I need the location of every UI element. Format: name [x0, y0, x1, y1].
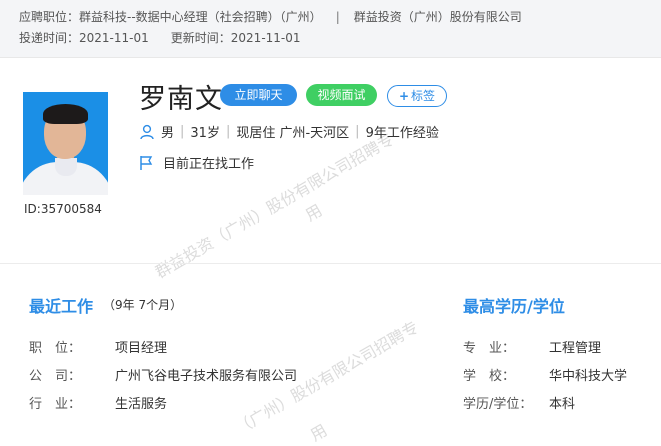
flag-icon — [139, 155, 153, 171]
tag-label: 标签 — [411, 89, 436, 103]
application-dates-line: 投递时间：2021-11-01 更新时间：2021-11-01 — [19, 29, 301, 46]
candidate-basic-info: 男 | 31岁 | 现居住 广州-天河区 | 9年工作经验 — [139, 122, 439, 141]
work-value-position: 项目经理 — [115, 341, 168, 356]
edu-value-school: 华中科技大学 — [549, 369, 628, 384]
age: 31岁 — [190, 126, 220, 141]
recent-work-title: 最近工作 — [29, 297, 94, 316]
watermark-line-1-end: 用 — [302, 200, 326, 225]
edu-value-major: 工程管理 — [549, 341, 602, 356]
application-info-bar: 应聘职位：群益科技--数据中心经理（社会招聘）（广州） | 群益投资（广州）股份有限… — [0, 0, 661, 58]
video-interview-button[interactable]: 视频面试 — [306, 84, 377, 106]
job-status-row: 目前正在找工作 — [139, 153, 254, 172]
company-name: 群益投资（广州）股份有限公司 — [353, 10, 522, 24]
application-position-line: 应聘职位：群益科技--数据中心经理（社会招聘）（广州） | 群益投资（广州）股份有限… — [19, 8, 522, 25]
work-label-position: 职 位： — [29, 341, 82, 356]
edu-label-degree: 学历/学位： — [463, 397, 533, 412]
position-value: 群益科技--数据中心经理（社会招聘）（广州） — [79, 10, 322, 24]
candidate-name: 罗南文 — [139, 84, 223, 115]
add-tag-button[interactable]: + 标签 — [387, 85, 447, 107]
work-experience: 9年工作经验 — [365, 126, 439, 141]
watermark-line-2-end: 用 — [307, 420, 331, 445]
job-status: 目前正在找工作 — [163, 157, 255, 172]
work-label-industry: 行 业： — [29, 397, 82, 412]
candidate-id: ID:35700584 — [24, 202, 102, 216]
edu-value-degree: 本科 — [549, 397, 576, 412]
submit-label: 投递时间： — [19, 31, 80, 45]
work-value-company: 广州飞谷电子技术服务有限公司 — [115, 369, 298, 384]
watermark-line-1: 群益投资（广州）股份有限公司招聘专 — [152, 129, 398, 282]
work-label-company: 公 司： — [29, 369, 82, 384]
update-date: 2021-11-01 — [230, 31, 301, 45]
position-label: 应聘职位： — [19, 10, 80, 24]
section-divider — [0, 263, 661, 264]
candidate-photo — [23, 92, 108, 195]
edu-label-major: 专 业： — [463, 341, 516, 356]
residence: 现居住 广州-天河区 — [236, 126, 350, 141]
edu-label-school: 学 校： — [463, 369, 516, 384]
separator: | — [335, 10, 340, 24]
submit-date: 2021-11-01 — [79, 31, 149, 45]
person-icon — [139, 124, 155, 140]
chat-now-button[interactable]: 立即聊天 — [220, 84, 297, 106]
plus-icon: + — [398, 89, 410, 103]
update-label: 更新时间： — [170, 31, 231, 45]
recent-work-duration: （9年 7个月） — [103, 298, 183, 312]
education-title: 最高学历/学位 — [463, 297, 565, 316]
gender: 男 — [161, 126, 175, 141]
work-value-industry: 生活服务 — [115, 397, 168, 412]
